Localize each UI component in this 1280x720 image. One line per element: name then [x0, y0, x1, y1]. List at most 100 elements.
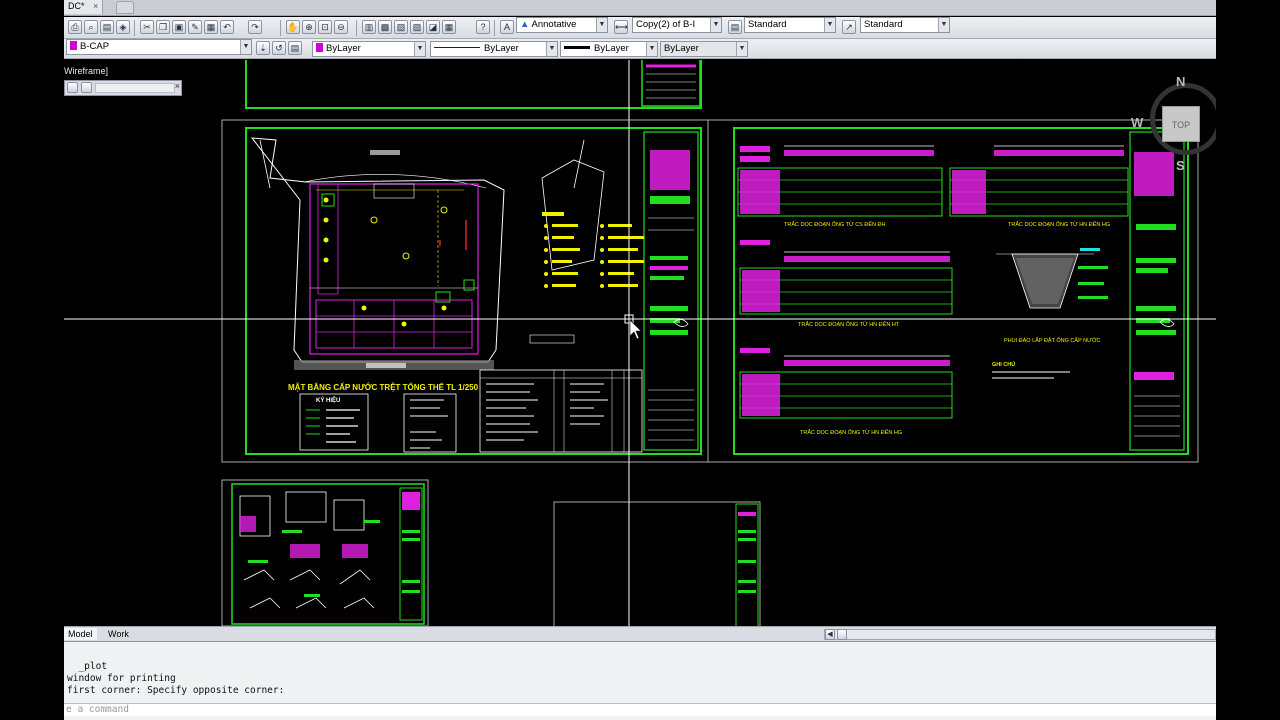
- copy-icon[interactable]: ❐: [156, 20, 170, 34]
- plot-style-select[interactable]: ByLayer ▼: [660, 41, 748, 57]
- command-history-line: window for printing: [67, 673, 176, 684]
- command-input[interactable]: e a command: [64, 703, 1216, 716]
- lineweight-select[interactable]: ByLayer ▼: [560, 41, 658, 57]
- document-tab-label: DC*: [68, 1, 85, 11]
- scroll-left-icon[interactable]: ◀: [825, 629, 835, 640]
- dimension-style-select[interactable]: Copy(2) of B-I ▼: [632, 17, 722, 33]
- multileader-style-icon[interactable]: ↗: [842, 20, 856, 34]
- horizontal-scrollbar[interactable]: ◀: [824, 629, 1216, 640]
- compass-south-label[interactable]: S: [1176, 158, 1185, 173]
- legend-title: KÝ HIỆU: [316, 396, 340, 404]
- markup-icon[interactable]: ◪: [426, 20, 440, 34]
- trench-title: PHUI ĐÀO LẮP ĐẶT ỐNG CẤP NƯỚC: [1004, 336, 1101, 344]
- properties-icon[interactable]: ▥: [362, 20, 376, 34]
- chevron-down-icon[interactable]: ▼: [546, 42, 557, 56]
- chevron-down-icon[interactable]: ▼: [240, 40, 251, 54]
- tab-work[interactable]: Work: [104, 628, 133, 640]
- new-tab-button[interactable]: [116, 1, 134, 14]
- 3d-print-icon[interactable]: ◈: [116, 20, 130, 34]
- match-properties-icon[interactable]: ✎: [188, 20, 202, 34]
- layers-properties-toolbar: B-CAP ▼ ⇣ ↺ ▤ ByLayer ▼ ByLayer ▼ ByLaye…: [64, 39, 1216, 59]
- tool-palettes-icon[interactable]: ▧: [394, 20, 408, 34]
- notes-title: GHI CHÚ: [992, 361, 1015, 368]
- layer-previous-icon[interactable]: ↺: [272, 41, 286, 55]
- section4-title: TRẮC DỌC ĐOẠN ỐNG TỪ HN ĐẾN HG: [800, 428, 902, 436]
- text-style-icon[interactable]: A: [500, 20, 514, 34]
- sheet-set-icon[interactable]: ▨: [410, 20, 424, 34]
- model-space-drawing[interactable]: MẶT BẰNG CẤP NƯỚC TRỆT TỔNG THỂ TL 1/250…: [64, 60, 1216, 626]
- separator: [280, 20, 281, 36]
- document-tab[interactable]: DC* ×: [64, 0, 104, 14]
- command-history-line: _plot: [67, 661, 108, 672]
- letterbox-right: [1216, 0, 1280, 720]
- chevron-down-icon[interactable]: ▼: [938, 18, 949, 32]
- layout-tab-bar: Model Work ◀: [64, 626, 1216, 641]
- paste-icon[interactable]: ▣: [172, 20, 186, 34]
- redo-icon[interactable]: ↷: [248, 20, 262, 34]
- make-current-layer-icon[interactable]: ⇣: [256, 41, 270, 55]
- linetype-preview: [434, 47, 480, 48]
- dimension-style-icon[interactable]: ⟷: [614, 20, 628, 34]
- quickcalc-icon[interactable]: ▦: [442, 20, 456, 34]
- close-icon[interactable]: ×: [175, 81, 180, 91]
- toolbar-icon[interactable]: [81, 82, 92, 93]
- document-tab-strip: DC* ×: [64, 0, 1216, 16]
- print-icon[interactable]: ⎙: [68, 20, 82, 34]
- toolbar-icon[interactable]: [67, 82, 78, 93]
- lineweight-preview: [564, 46, 590, 49]
- chevron-down-icon[interactable]: ▼: [646, 42, 657, 56]
- layer-color-swatch: [70, 41, 77, 50]
- site-plan-sheet: MẶT BẰNG CẤP NƯỚC TRỆT TỔNG THỂ TL 1/250…: [221, 119, 709, 463]
- command-window: _plot window for printing first corner: Sp…: [64, 641, 1216, 720]
- publish-icon[interactable]: ▤: [100, 20, 114, 34]
- command-history-line: first corner: Specify opposite corner:: [67, 685, 285, 696]
- autocad-window: DC* × ⎙ ⌕ ▤ ◈ ✂ ❐ ▣ ✎ ▦ ↶ ↷ ✋ ⊕ ⊡ ⊖ ▥ ▩ …: [64, 0, 1216, 720]
- section1-title: TRẮC DỌC ĐOẠN ỐNG TỪ CS ĐẾN ĐH: [784, 220, 885, 228]
- compass-west-label[interactable]: W: [1131, 115, 1143, 130]
- plan-title: MẶT BẰNG CẤP NƯỚC TRỆT TỔNG THỂ TL 1/250: [288, 382, 479, 392]
- separator: [356, 20, 357, 36]
- profiles-sheet: TRẮC DỌC ĐOẠN ỐNG TỪ CS ĐẾN ĐH TRẮC DỌC …: [707, 119, 1199, 463]
- section2-title: TRẮC DỌC ĐOẠN ỐNG TỪ HN ĐẾN HG: [1008, 220, 1110, 228]
- help-icon[interactable]: ?: [476, 20, 490, 34]
- design-center-icon[interactable]: ▩: [378, 20, 392, 34]
- top-sheet: [245, 60, 702, 109]
- multileader-style-select[interactable]: Standard ▼: [860, 17, 950, 33]
- table-style-icon[interactable]: ▤: [728, 20, 742, 34]
- chevron-down-icon[interactable]: ▼: [824, 18, 835, 32]
- plot-preview-icon[interactable]: ⌕: [84, 20, 98, 34]
- color-select[interactable]: ByLayer ▼: [312, 41, 426, 57]
- zoom-previous-icon[interactable]: ⊖: [334, 20, 348, 34]
- letterbox-left: [0, 0, 64, 720]
- chevron-down-icon[interactable]: ▼: [414, 42, 425, 56]
- viewcube-top-face[interactable]: TOP: [1162, 106, 1200, 142]
- layer-states-icon[interactable]: ▤: [288, 41, 302, 55]
- viewport-visual-style-label[interactable]: Wireframe]: [64, 66, 108, 76]
- separator: [494, 20, 495, 36]
- separator: [134, 20, 135, 36]
- color-swatch: [316, 43, 323, 52]
- zoom-realtime-icon[interactable]: ⊕: [302, 20, 316, 34]
- floating-toolbar-field[interactable]: [95, 83, 175, 93]
- undo-icon[interactable]: ↶: [220, 20, 234, 34]
- tab-model[interactable]: Model: [64, 628, 97, 640]
- text-style-select[interactable]: Standard ▼: [744, 17, 836, 33]
- cut-icon[interactable]: ✂: [140, 20, 154, 34]
- pan-icon[interactable]: ✋: [286, 20, 300, 34]
- section3-title: TRẮC DỌC ĐOẠN ỐNG TỪ HN ĐẾN HT: [798, 320, 900, 328]
- scroll-thumb[interactable]: [837, 629, 847, 640]
- chevron-down-icon[interactable]: ▼: [736, 42, 747, 56]
- details-sheet: [221, 479, 429, 626]
- linetype-select[interactable]: ByLayer ▼: [430, 41, 558, 57]
- command-history: _plot window for printing first corner: Sp…: [67, 661, 284, 697]
- layer-select[interactable]: B-CAP ▼: [66, 39, 252, 55]
- block-editor-icon[interactable]: ▦: [204, 20, 218, 34]
- floating-toolbar: ×: [64, 80, 182, 96]
- standard-toolbar: ⎙ ⌕ ▤ ◈ ✂ ❐ ▣ ✎ ▦ ↶ ↷ ✋ ⊕ ⊡ ⊖ ▥ ▩ ▧ ▨ ◪ …: [64, 17, 1216, 39]
- compass-north-label[interactable]: N: [1176, 74, 1185, 89]
- annotation-scale-select[interactable]: ▲ Annotative ▼: [516, 17, 608, 33]
- chevron-down-icon[interactable]: ▼: [596, 18, 607, 32]
- chevron-down-icon[interactable]: ▼: [710, 18, 721, 32]
- close-icon[interactable]: ×: [93, 1, 98, 11]
- zoom-window-icon[interactable]: ⊡: [318, 20, 332, 34]
